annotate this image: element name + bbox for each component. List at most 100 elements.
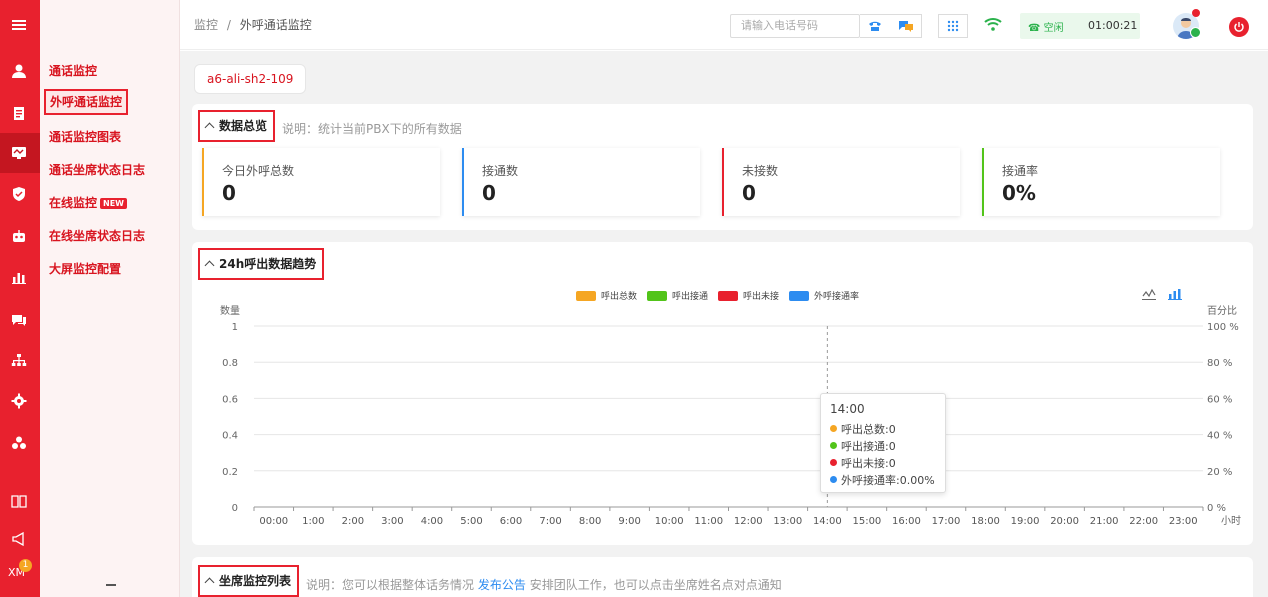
gear-icon[interactable] — [10, 392, 28, 410]
notification-dot — [1192, 9, 1200, 17]
tooltip-row-text: 呼出总数:0 — [841, 422, 896, 436]
tooltip-dot — [830, 442, 837, 449]
x-tick-label: 8:00 — [579, 516, 601, 527]
agent-list-note-text: 说明：您可以根据整体话务情况 — [306, 578, 475, 592]
y-tick-label: 0.4 — [222, 431, 238, 442]
megaphone-icon[interactable] — [10, 530, 28, 548]
y-axis-title: 数量 — [220, 304, 240, 317]
org-tree-icon[interactable] — [10, 352, 28, 370]
phone-call-icon[interactable] — [860, 15, 891, 37]
stat-value: 0% — [1002, 181, 1036, 205]
x-tick-label: 3:00 — [381, 516, 403, 527]
x-tick-label: 16:00 — [892, 516, 921, 527]
stat-value: 0 — [222, 181, 236, 205]
overview-note: 说明：统计当前PBX下的所有数据 — [282, 122, 462, 136]
publish-notice-link[interactable]: 发布公告 — [478, 578, 526, 592]
y2-tick-label: 60 % — [1207, 394, 1232, 405]
submenu-item-monitor-chart[interactable]: 通话监控图表 — [49, 126, 121, 148]
x-tick-label: 20:00 — [1050, 516, 1079, 527]
submenu-item-outbound-monitor[interactable]: 外呼通话监控 — [44, 89, 129, 115]
submenu-item-agent-status-log[interactable]: 通话坐席状态日志 — [49, 159, 145, 181]
bar-chart-icon[interactable] — [10, 268, 28, 286]
trend-card: 24h呼出数据趋势 呼出总数 呼出接通 呼出未接 外呼接通率 00 % 0.2 20 % 0… — [192, 242, 1253, 545]
stat-label: 接通数 — [482, 164, 519, 178]
phone-search-input[interactable]: 请输入电话号码 — [730, 14, 860, 38]
x-tick-label: 23:00 — [1169, 516, 1198, 527]
x-tick-label: 9:00 — [618, 516, 640, 527]
monitor-icon[interactable] — [10, 144, 28, 162]
collapse-handle-icon[interactable] — [106, 584, 116, 588]
icon-rail: XM 1 — [0, 0, 40, 597]
tooltip-row-text: 呼出未接:0 — [841, 456, 896, 470]
y2-tick-label: 20 % — [1207, 467, 1232, 478]
chart-tooltip: 14:00 呼出总数:0 呼出接通:0 呼出未接:0 外呼接通率:0.00% — [820, 393, 946, 493]
server-tag[interactable]: a6-ali-sh2-109 — [194, 64, 307, 94]
tooltip-row: 呼出接通:0 — [830, 437, 936, 454]
x-tick-label: 18:00 — [971, 516, 1000, 527]
agent-list-card: 坐席监控列表 说明：您可以根据整体话务情况 发布公告 安排团队工作，也可以点击坐… — [192, 557, 1253, 597]
x-tick-label: 13:00 — [773, 516, 802, 527]
main-content: a6-ali-sh2-109 数据总览 说明：统计当前PBX下的所有数据 今日外… — [180, 51, 1268, 597]
submenu-item-label: 通话监控图表 — [49, 130, 122, 144]
stat-label: 今日外呼总数 — [222, 164, 295, 178]
submenu-item-label: 在线监控 — [49, 196, 98, 210]
chevron-up-icon — [204, 577, 215, 588]
y2-tick-label: 0 % — [1207, 503, 1226, 514]
y2-axis-title: 百分比 — [1207, 305, 1237, 317]
submenu-item-label: 外呼通话监控 — [50, 95, 123, 109]
power-icon[interactable] — [1229, 17, 1249, 37]
y2-tick-label: 80 % — [1207, 358, 1232, 369]
x-tick-label: 2:00 — [342, 516, 364, 527]
stat-label: 未接数 — [742, 164, 779, 178]
submenu-item-call-monitor[interactable]: 通话监控 — [49, 60, 97, 82]
stat-value: 0 — [482, 181, 496, 205]
breadcrumb-root[interactable]: 监控 — [194, 18, 218, 32]
x-tick-label: 6:00 — [500, 516, 522, 527]
top-header: 监控 / 外呼通话监控 请输入电话号码 ☎ 空闲 01:00:21 — [180, 0, 1268, 50]
trend-chart[interactable]: 0 0 % 0.2 20 % 0.4 40 % 0.6 60 % 0.8 80 % 1 100 % 数量… — [192, 242, 1253, 545]
x-tick-label: 00:00 — [259, 516, 288, 527]
x-tick-label: 4:00 — [421, 516, 443, 527]
tooltip-row-text: 外呼接通率:0.00% — [841, 473, 935, 487]
cluster-icon[interactable] — [10, 434, 28, 452]
y-tick-label: 1 — [232, 322, 238, 333]
stat-card-connected: 接通数 0 — [462, 148, 700, 216]
agent-list-title-text: 坐席监控列表 — [219, 574, 292, 588]
x-tick-label: 12:00 — [734, 516, 763, 527]
x-tick-label: 19:00 — [1011, 516, 1040, 527]
submenu-item-bigscreen-config[interactable]: 大屏监控配置 — [49, 258, 121, 280]
x-tick-label: 17:00 — [932, 516, 961, 527]
x-tick-label: 10:00 — [655, 516, 684, 527]
menu-icon[interactable] — [10, 16, 28, 34]
x-unit-label: 小时 — [1221, 515, 1241, 527]
keypad-icon[interactable] — [938, 14, 968, 38]
robot-icon[interactable] — [10, 228, 28, 246]
wifi-icon — [984, 16, 1002, 35]
chevron-up-icon — [204, 122, 215, 133]
chat-icon[interactable] — [10, 311, 28, 329]
submenu-item-online-monitor[interactable]: 在线监控 NEW — [49, 192, 127, 214]
book-icon[interactable] — [10, 492, 28, 510]
agent-status[interactable]: ☎ 空闲 01:00:21 — [1020, 13, 1140, 39]
tooltip-dot — [830, 425, 837, 432]
x-tick-label: 15:00 — [852, 516, 881, 527]
tooltip-row: 呼出总数:0 — [830, 420, 936, 437]
y2-tick-label: 100 % — [1207, 322, 1239, 333]
x-tick-label: 21:00 — [1090, 516, 1119, 527]
agent-list-note-text-2: 安排团队工作，也可以点击坐席姓名点对点通知 — [529, 578, 782, 592]
shield-icon[interactable] — [10, 185, 28, 203]
tooltip-dot — [830, 459, 837, 466]
agent-list-title[interactable]: 坐席监控列表 — [198, 565, 300, 597]
search-buttons — [860, 14, 922, 38]
clipboard-icon[interactable] — [10, 104, 28, 122]
tooltip-dot — [830, 476, 837, 483]
overview-title[interactable]: 数据总览 — [198, 110, 276, 142]
y-tick-label: 0.2 — [222, 467, 238, 478]
y-tick-label: 0.6 — [222, 394, 238, 405]
stat-label: 接通率 — [1002, 164, 1039, 178]
status-phone-icon: ☎ 空闲 — [1028, 23, 1064, 34]
new-badge: NEW — [100, 198, 127, 209]
message-icon[interactable] — [891, 15, 922, 37]
user-icon[interactable] — [10, 62, 28, 80]
submenu-item-online-agent-log[interactable]: 在线坐席状态日志 — [49, 225, 145, 247]
